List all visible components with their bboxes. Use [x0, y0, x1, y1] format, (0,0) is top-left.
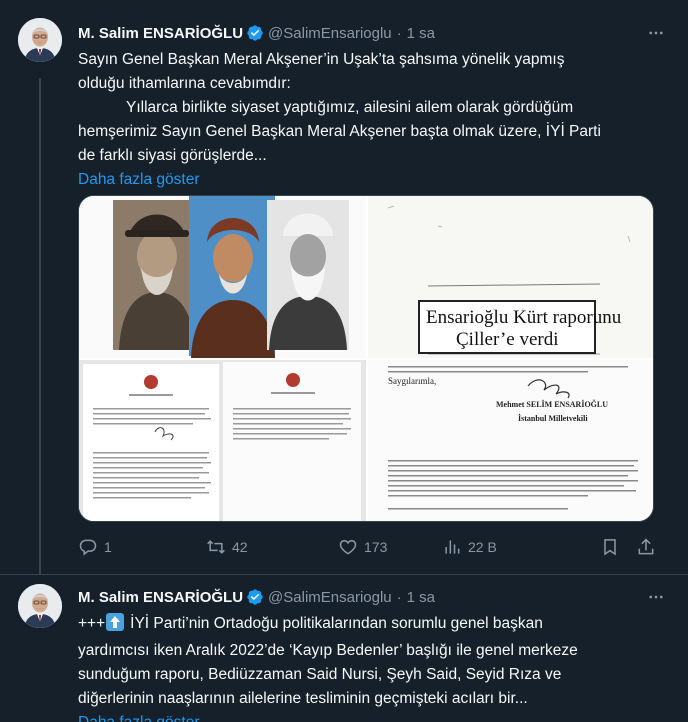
- avatar[interactable]: [18, 18, 62, 62]
- tweet-text-line: sunduğum raporu, Bediüzzaman Said Nursi,…: [78, 666, 562, 683]
- media-image-clipping[interactable]: Ensarioğlu Kürt raporunu Çiller’e verdi: [368, 196, 653, 358]
- tweet-text-first-line: İYİ Parti’nin Ortadoğu politikalarından …: [130, 615, 543, 632]
- clipping-headline-line: Ensarioğlu Kürt raporunu: [426, 307, 622, 328]
- media-image-letters[interactable]: [79, 360, 366, 521]
- media-image-document[interactable]: Saygılarımla, Mehmet SELİM ENSARİOĞLU İs…: [368, 360, 653, 521]
- bookmark-button[interactable]: [600, 535, 626, 559]
- tweet-text-line: +++ İYİ Parti’nin Ortadoğu politikalarınd…: [78, 612, 668, 639]
- retweet-button[interactable]: 42: [206, 535, 248, 559]
- author-handle[interactable]: @SalimEnsarioglu: [268, 25, 392, 42]
- show-more-link[interactable]: Daha fazla göster: [78, 168, 668, 192]
- verified-badge-icon: [246, 588, 264, 606]
- tweet-header: M. Salim ENSARİOĞLU @SalimEnsarioglu · 1…: [78, 22, 668, 44]
- document-signature-name: Mehmet SELİM ENSARİOĞLU: [496, 400, 609, 409]
- clipping-headline-line: Çiller’e verdi: [456, 329, 559, 350]
- tweet-text-line: de farklı siyasi görüşlerde...: [78, 147, 267, 164]
- bookmark-icon: [604, 539, 616, 556]
- document-salute: Saygılarımla,: [388, 376, 437, 386]
- reply-button[interactable]: 1: [78, 535, 112, 559]
- tweet[interactable]: M. Salim ENSARİOĞLU @SalimEnsarioglu · 1…: [0, 0, 688, 575]
- tweet[interactable]: M. Salim ENSARİOĞLU @SalimEnsarioglu · 1…: [0, 576, 688, 722]
- reply-icon: [79, 539, 97, 556]
- media-image-portraits[interactable]: [79, 196, 366, 358]
- tweet-text-line: yardımcısı iken Aralık 2022’de ‘Kayıp Be…: [78, 642, 578, 659]
- separator: ·: [396, 588, 402, 606]
- avatar[interactable]: [18, 584, 62, 628]
- clipping-headline: Ensarioğlu Kürt raporunu Çiller’e verdi: [418, 300, 621, 354]
- share-icon: [638, 538, 654, 555]
- views-icon: [445, 540, 460, 554]
- view-count: 22 B: [468, 539, 497, 555]
- tweet-header: M. Salim ENSARİOĞLU @SalimEnsarioglu · 1…: [78, 586, 668, 608]
- timestamp[interactable]: 1 sa: [407, 25, 435, 42]
- retweet-count: 42: [232, 539, 248, 555]
- tweet-prefix: +++: [78, 615, 106, 632]
- heart-icon: [339, 539, 357, 555]
- author-name[interactable]: M. Salim ENSARİOĞLU: [78, 589, 243, 606]
- tweet-text-line: Sayın Genel Başkan Meral Akşener’in Uşak…: [78, 51, 565, 68]
- more-icon[interactable]: [644, 22, 668, 44]
- tweet-text-line: diğerlerinin naaşlarının ailelerine tesl…: [78, 690, 528, 707]
- like-count: 173: [364, 539, 388, 555]
- tweet-actions: 1 42 173 22 B: [78, 535, 654, 559]
- thread-line: [39, 78, 41, 575]
- like-button[interactable]: 173: [338, 535, 387, 559]
- share-button[interactable]: [636, 535, 662, 559]
- verified-badge-icon: [246, 24, 264, 42]
- separator: ·: [396, 24, 402, 42]
- show-more-link[interactable]: Daha fazla göster: [78, 711, 668, 722]
- media-grid: Ensarioğlu Kürt raporunu Çiller’e verdi: [78, 195, 654, 522]
- views-button[interactable]: 22 B: [442, 535, 497, 559]
- author-handle[interactable]: @SalimEnsarioglu: [268, 589, 392, 606]
- author-name[interactable]: M. Salim ENSARİOĞLU: [78, 25, 243, 42]
- up-arrow-emoji-icon: [106, 613, 125, 639]
- tweet-text-line: Yıllarca birlikte siyaset yaptığımız, ai…: [126, 99, 574, 116]
- tweet-text-line: hemşerimiz Sayın Genel Başkan Meral Akşe…: [78, 123, 601, 140]
- reply-count: 1: [104, 539, 112, 555]
- tweet-text: +++ İYİ Parti’nin Ortadoğu politikalarınd…: [78, 612, 668, 722]
- document-signature-title: İstanbul Milletvekili: [518, 414, 588, 423]
- tweet-text: Sayın Genel Başkan Meral Akşener’in Uşak…: [78, 48, 668, 192]
- retweet-icon: [207, 540, 225, 554]
- timestamp[interactable]: 1 sa: [407, 589, 435, 606]
- tweet-text-line: olduğu ithamlarına cevabımdır:: [78, 75, 291, 92]
- more-icon[interactable]: [644, 586, 668, 608]
